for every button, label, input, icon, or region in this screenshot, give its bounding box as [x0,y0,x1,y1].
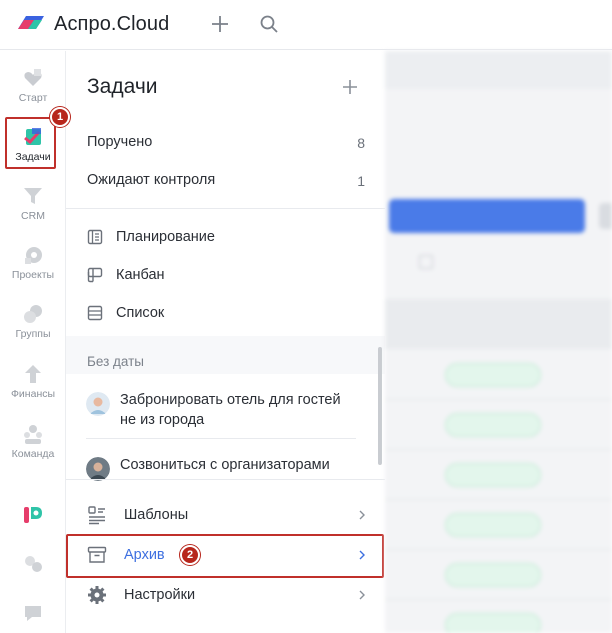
avatar [86,457,110,481]
rail-label: Проекты [11,269,55,281]
tasks-highlight [5,117,56,169]
top-bar: Аспро.Cloud [0,0,612,50]
status-pill [445,463,541,487]
rail-item-team[interactable]: Команда [0,423,66,460]
filter-assigned-count: 8 [357,135,365,151]
tasks-panel: Задачи Поручено 8 Ожидают контроля 1 Пла… [66,51,385,633]
divider [385,499,612,500]
menu-label: Шаблоны [124,507,189,523]
kanban-icon [87,267,103,283]
templates-icon [88,506,105,525]
app-logo-icon[interactable] [22,504,44,526]
rail-item-projects[interactable]: Проекты [0,244,66,281]
view-label: Список [116,305,165,321]
integrations-icon[interactable] [22,553,44,575]
background-content [385,51,612,633]
section-no-date: Без даты [87,354,144,369]
panel-title: Задачи [87,75,158,98]
rail-item-finance[interactable]: Финансы [0,363,66,400]
search-icon[interactable] [258,13,280,35]
archive-highlight [66,534,384,578]
rail-label: Группы [15,328,51,340]
view-label: Планирование [116,229,215,245]
rail-item-groups[interactable]: Группы [0,303,66,340]
menu-templates[interactable]: Шаблоны [87,505,367,525]
status-pill [445,363,541,387]
view-kanban[interactable]: Канбан [87,267,165,283]
funnel-icon [24,188,42,204]
background-button [389,199,585,233]
divider [385,449,612,450]
heart-icon [24,69,42,86]
filter-assigned[interactable]: Поручено [87,134,152,150]
chevron-right-icon [359,510,365,520]
groups-icon [24,305,42,323]
chat-icon[interactable] [22,602,44,624]
team-icon [24,425,42,444]
avatar [86,392,110,416]
menu-settings[interactable]: Настройки [87,585,367,605]
rail-label: CRM [21,210,45,222]
status-pill [445,563,541,587]
task-item[interactable]: Забронировать отель для гостей не из гор… [86,390,356,430]
background-strip [385,51,612,89]
rail-item-start[interactable]: Старт [0,67,66,104]
step-badge-1: 1 [50,107,70,127]
task-item[interactable]: Созвониться с организаторами [86,455,356,481]
add-icon[interactable] [209,13,231,35]
status-pill [445,613,541,633]
finance-icon [25,365,41,383]
filter-awaiting-control-count: 1 [357,173,365,189]
background-header [385,299,612,349]
planning-icon [87,229,103,245]
divider [385,549,612,550]
menu-label: Настройки [124,587,196,603]
rail-label: Команда [11,448,55,460]
rail-label: Финансы [10,388,56,400]
view-label: Канбан [116,267,165,283]
divider [66,208,385,209]
background-button [599,203,612,229]
status-pill [445,513,541,537]
view-list[interactable]: Список [87,305,164,321]
logo-icon[interactable] [16,13,46,33]
scrollbar[interactable] [378,347,382,465]
background-checkbox [419,255,433,269]
list-icon [87,305,103,321]
divider [385,599,612,600]
rail-label: Старт [18,92,48,104]
task-title: Созвониться с организаторами [120,457,330,473]
projects-icon [25,247,42,264]
gear-icon [88,586,106,604]
rail-item-crm[interactable]: CRM [0,185,66,222]
add-task-icon[interactable] [341,78,359,96]
brand-name: Аспро.Cloud [54,13,170,35]
divider [66,479,385,480]
task-title: Забронировать отель для гостей не из гор… [120,392,341,428]
chevron-right-icon [359,590,365,600]
view-planning[interactable]: Планирование [87,229,215,245]
divider [86,438,356,439]
step-badge-2: 2 [180,545,200,565]
status-pill [445,413,541,437]
divider [385,399,612,400]
filter-awaiting-control[interactable]: Ожидают контроля [87,172,215,188]
